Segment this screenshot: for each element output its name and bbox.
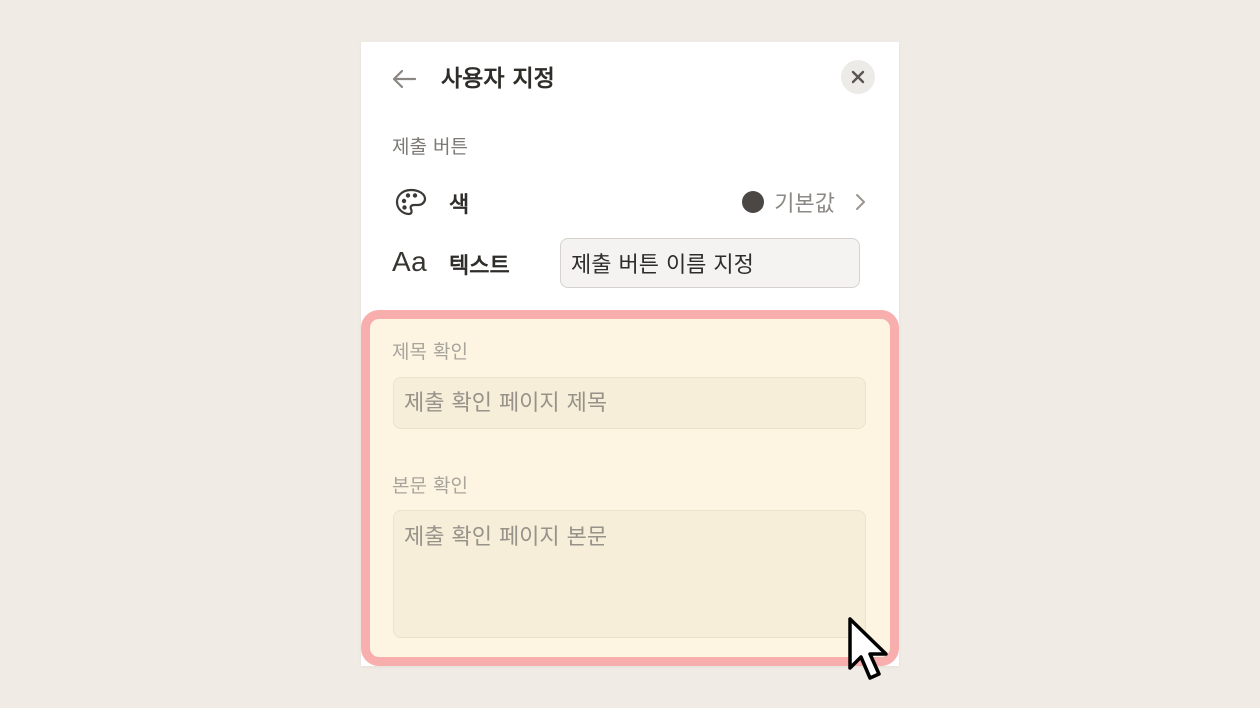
page-title: 사용자 지정 bbox=[441, 66, 555, 92]
confirm-body-textarea[interactable] bbox=[393, 510, 866, 638]
text-label: 텍스트 bbox=[449, 254, 510, 279]
arrow-left-icon bbox=[392, 69, 417, 89]
panel-header: 사용자 지정 bbox=[361, 42, 899, 114]
customize-panel: 사용자 지정 제출 버튼 색 기본값 Aa 텍스트 제출 버튼 이름 지정 제목… bbox=[361, 42, 899, 666]
section-label-submit-button: 제출 버튼 bbox=[392, 136, 468, 158]
confirmation-highlight-box: 제목 확인 본문 확인 bbox=[361, 310, 899, 666]
back-button[interactable] bbox=[387, 62, 421, 96]
color-label: 색 bbox=[449, 193, 470, 218]
confirm-body-label: 본문 확인 bbox=[392, 475, 468, 497]
color-swatch bbox=[742, 191, 765, 213]
text-format-icon: Aa bbox=[392, 246, 428, 277]
mouse-pointer-icon bbox=[848, 617, 888, 680]
color-value[interactable]: 기본값 bbox=[742, 186, 869, 218]
close-icon bbox=[851, 70, 865, 84]
confirm-title-label: 제목 확인 bbox=[392, 341, 468, 363]
confirm-title-input[interactable] bbox=[393, 377, 866, 429]
color-value-text: 기본값 bbox=[774, 192, 835, 217]
text-setting-row: Aa 텍스트 bbox=[389, 238, 869, 290]
close-button[interactable] bbox=[841, 60, 875, 94]
submit-button-name-input[interactable] bbox=[560, 238, 860, 288]
palette-icon bbox=[393, 186, 429, 218]
color-setting-row[interactable]: 색 기본값 bbox=[389, 180, 869, 224]
chevron-right-icon bbox=[853, 192, 869, 212]
